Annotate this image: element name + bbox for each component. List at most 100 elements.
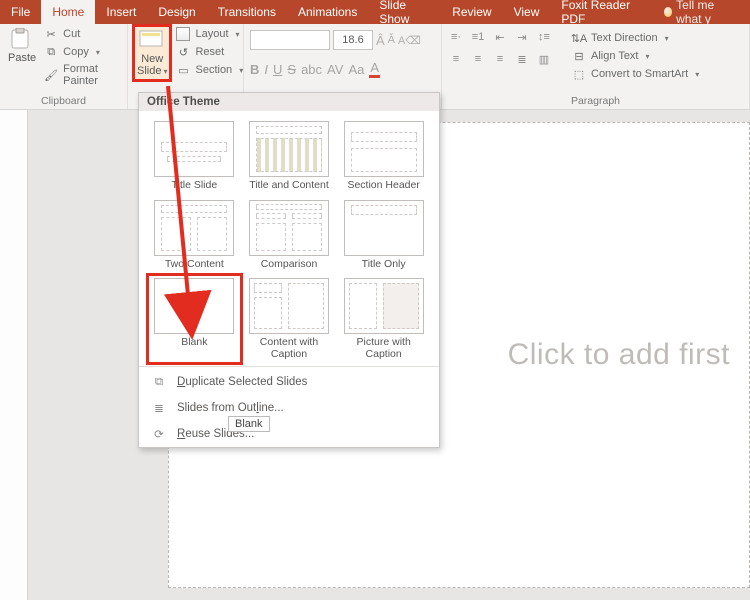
layout-blank[interactable]: Blank: [151, 278, 238, 360]
char-spacing-button[interactable]: AV: [327, 62, 343, 77]
tab-transitions[interactable]: Transitions: [207, 0, 287, 24]
justify-button[interactable]: ≣: [514, 52, 530, 66]
section-button[interactable]: ▭ Section: [174, 62, 245, 78]
smartart-label: Convert to SmartArt: [591, 68, 688, 80]
layout-title-and-content[interactable]: Title and Content: [246, 121, 333, 192]
format-painter-label: Format Painter: [63, 63, 119, 87]
layout-icon: [176, 27, 190, 41]
tab-insert[interactable]: Insert: [95, 0, 147, 24]
underline-button[interactable]: U: [273, 62, 282, 77]
new-slide-button[interactable]: New Slide: [134, 26, 170, 80]
duplicate-slides-item[interactable]: ⧉ Duplicate Selected Slides: [139, 369, 439, 395]
tab-review[interactable]: Review: [441, 0, 502, 24]
text-direction-label: Text Direction: [591, 32, 658, 44]
layout-label: Content with Caption: [246, 337, 333, 360]
tab-design[interactable]: Design: [147, 0, 206, 24]
layout-label: Picture with Caption: [340, 337, 427, 360]
clear-format-icon[interactable]: A⌫: [398, 34, 421, 47]
list-item-label: Slides from Outline...: [177, 402, 284, 414]
align-center-button[interactable]: ≡: [470, 52, 486, 66]
tab-file[interactable]: File: [0, 0, 41, 24]
paintbrush-icon: 🖌: [44, 68, 58, 82]
bulb-icon: [664, 7, 672, 17]
layout-title-slide[interactable]: Title Slide: [151, 121, 238, 192]
align-text-icon: ⊟: [572, 49, 586, 63]
layout-label: Title Slide: [171, 180, 217, 192]
font-color-button[interactable]: A: [369, 60, 380, 78]
ribbon-tab-strip: File Home Insert Design Transitions Anim…: [0, 0, 750, 24]
italic-button[interactable]: I: [264, 62, 268, 77]
paragraph-group-label: Paragraph: [448, 93, 743, 109]
layout-label: Layout: [195, 28, 228, 40]
change-case-button[interactable]: Aa: [348, 62, 364, 77]
slides-from-outline-item[interactable]: ≣ Slides from Outline...: [139, 395, 439, 421]
strike-button[interactable]: S: [287, 62, 296, 77]
columns-button[interactable]: ▥: [536, 52, 552, 66]
smartart-icon: ⬚: [572, 67, 586, 81]
layout-button[interactable]: Layout: [174, 26, 245, 42]
bullets-button[interactable]: ≡·: [448, 30, 464, 44]
layout-label: Blank: [181, 337, 207, 349]
indent-dec-button[interactable]: ⇤: [492, 30, 508, 44]
shrink-font-icon[interactable]: Ǎ: [388, 34, 395, 46]
tab-home[interactable]: Home: [41, 0, 95, 24]
copy-icon: ⧉: [44, 45, 58, 59]
reset-label: Reset: [195, 46, 224, 58]
text-direction-icon: ⇅A: [572, 31, 586, 45]
reset-button[interactable]: ↺ Reset: [174, 44, 245, 60]
layout-label: Two Content: [165, 259, 224, 271]
align-left-button[interactable]: ≡: [448, 52, 464, 66]
layout-content-with-caption[interactable]: Content with Caption: [246, 278, 333, 360]
bold-button[interactable]: B: [250, 62, 259, 77]
layout-title-only[interactable]: Title Only: [340, 200, 427, 271]
layout-label: Section Header: [347, 180, 419, 192]
outline-icon: ≣: [151, 400, 167, 416]
text-direction-button[interactable]: ⇅A Text Direction: [570, 30, 701, 46]
layout-picture-with-caption[interactable]: Picture with Caption: [340, 278, 427, 360]
tell-me-label: Tell me what y: [676, 0, 740, 26]
layout-comparison[interactable]: Comparison: [246, 200, 333, 271]
font-size-combo[interactable]: 18.6: [333, 30, 373, 50]
cut-label: Cut: [63, 28, 80, 40]
align-text-label: Align Text: [591, 50, 639, 62]
section-icon: ▭: [176, 63, 190, 77]
copy-label: Copy: [63, 46, 89, 58]
copy-button[interactable]: ⧉ Copy: [42, 44, 121, 60]
paste-icon: [8, 28, 36, 50]
tab-slide-show[interactable]: Slide Show: [368, 0, 441, 24]
new-slide-gallery: Office Theme Title Slide Title and Conte…: [138, 92, 440, 448]
thumbnail-panel[interactable]: [0, 110, 28, 600]
cut-button[interactable]: ✂ Cut: [42, 26, 121, 42]
new-slide-label: New Slide: [137, 53, 167, 77]
convert-smartart-button[interactable]: ⬚ Convert to SmartArt: [570, 66, 701, 82]
shadow-button[interactable]: abc: [301, 62, 322, 77]
tab-foxit-reader-pdf[interactable]: Foxit Reader PDF: [550, 0, 653, 24]
layout-two-content[interactable]: Two Content: [151, 200, 238, 271]
font-name-combo[interactable]: [250, 30, 330, 50]
tell-me-field[interactable]: Tell me what y: [654, 0, 750, 24]
scissors-icon: ✂: [44, 27, 58, 41]
grow-font-icon[interactable]: Â: [376, 33, 385, 48]
gallery-heading: Office Theme: [139, 93, 439, 111]
reuse-icon: ⟳: [151, 426, 167, 442]
align-right-button[interactable]: ≡: [492, 52, 508, 66]
duplicate-icon: ⧉: [151, 374, 167, 390]
align-text-button[interactable]: ⊟ Align Text: [570, 48, 701, 64]
tab-animations[interactable]: Animations: [287, 0, 368, 24]
indent-inc-button[interactable]: ⇥: [514, 30, 530, 44]
layout-label: Title and Content: [249, 180, 329, 192]
layout-label: Title Only: [362, 259, 406, 271]
clipboard-group-label: Clipboard: [6, 93, 121, 109]
layout-section-header[interactable]: Section Header: [340, 121, 427, 192]
list-item-label: Duplicate Selected Slides: [177, 376, 307, 388]
paste-button[interactable]: Paste: [6, 26, 38, 66]
reuse-slides-item[interactable]: ⟳ Reuse Slides...: [139, 421, 439, 447]
add-first-placeholder[interactable]: Click to add first: [508, 338, 730, 372]
group-paragraph: ≡· ≡1 ⇤ ⇥ ↕≡ ≡ ≡ ≡ ≣ ▥ ⇅A Text Direction: [442, 24, 750, 109]
format-painter-button[interactable]: 🖌 Format Painter: [42, 62, 121, 88]
reset-icon: ↺: [176, 45, 190, 59]
numbering-button[interactable]: ≡1: [470, 30, 486, 44]
line-spacing-button[interactable]: ↕≡: [536, 30, 552, 44]
tab-view[interactable]: View: [503, 0, 551, 24]
tooltip-blank: Blank: [228, 416, 270, 432]
